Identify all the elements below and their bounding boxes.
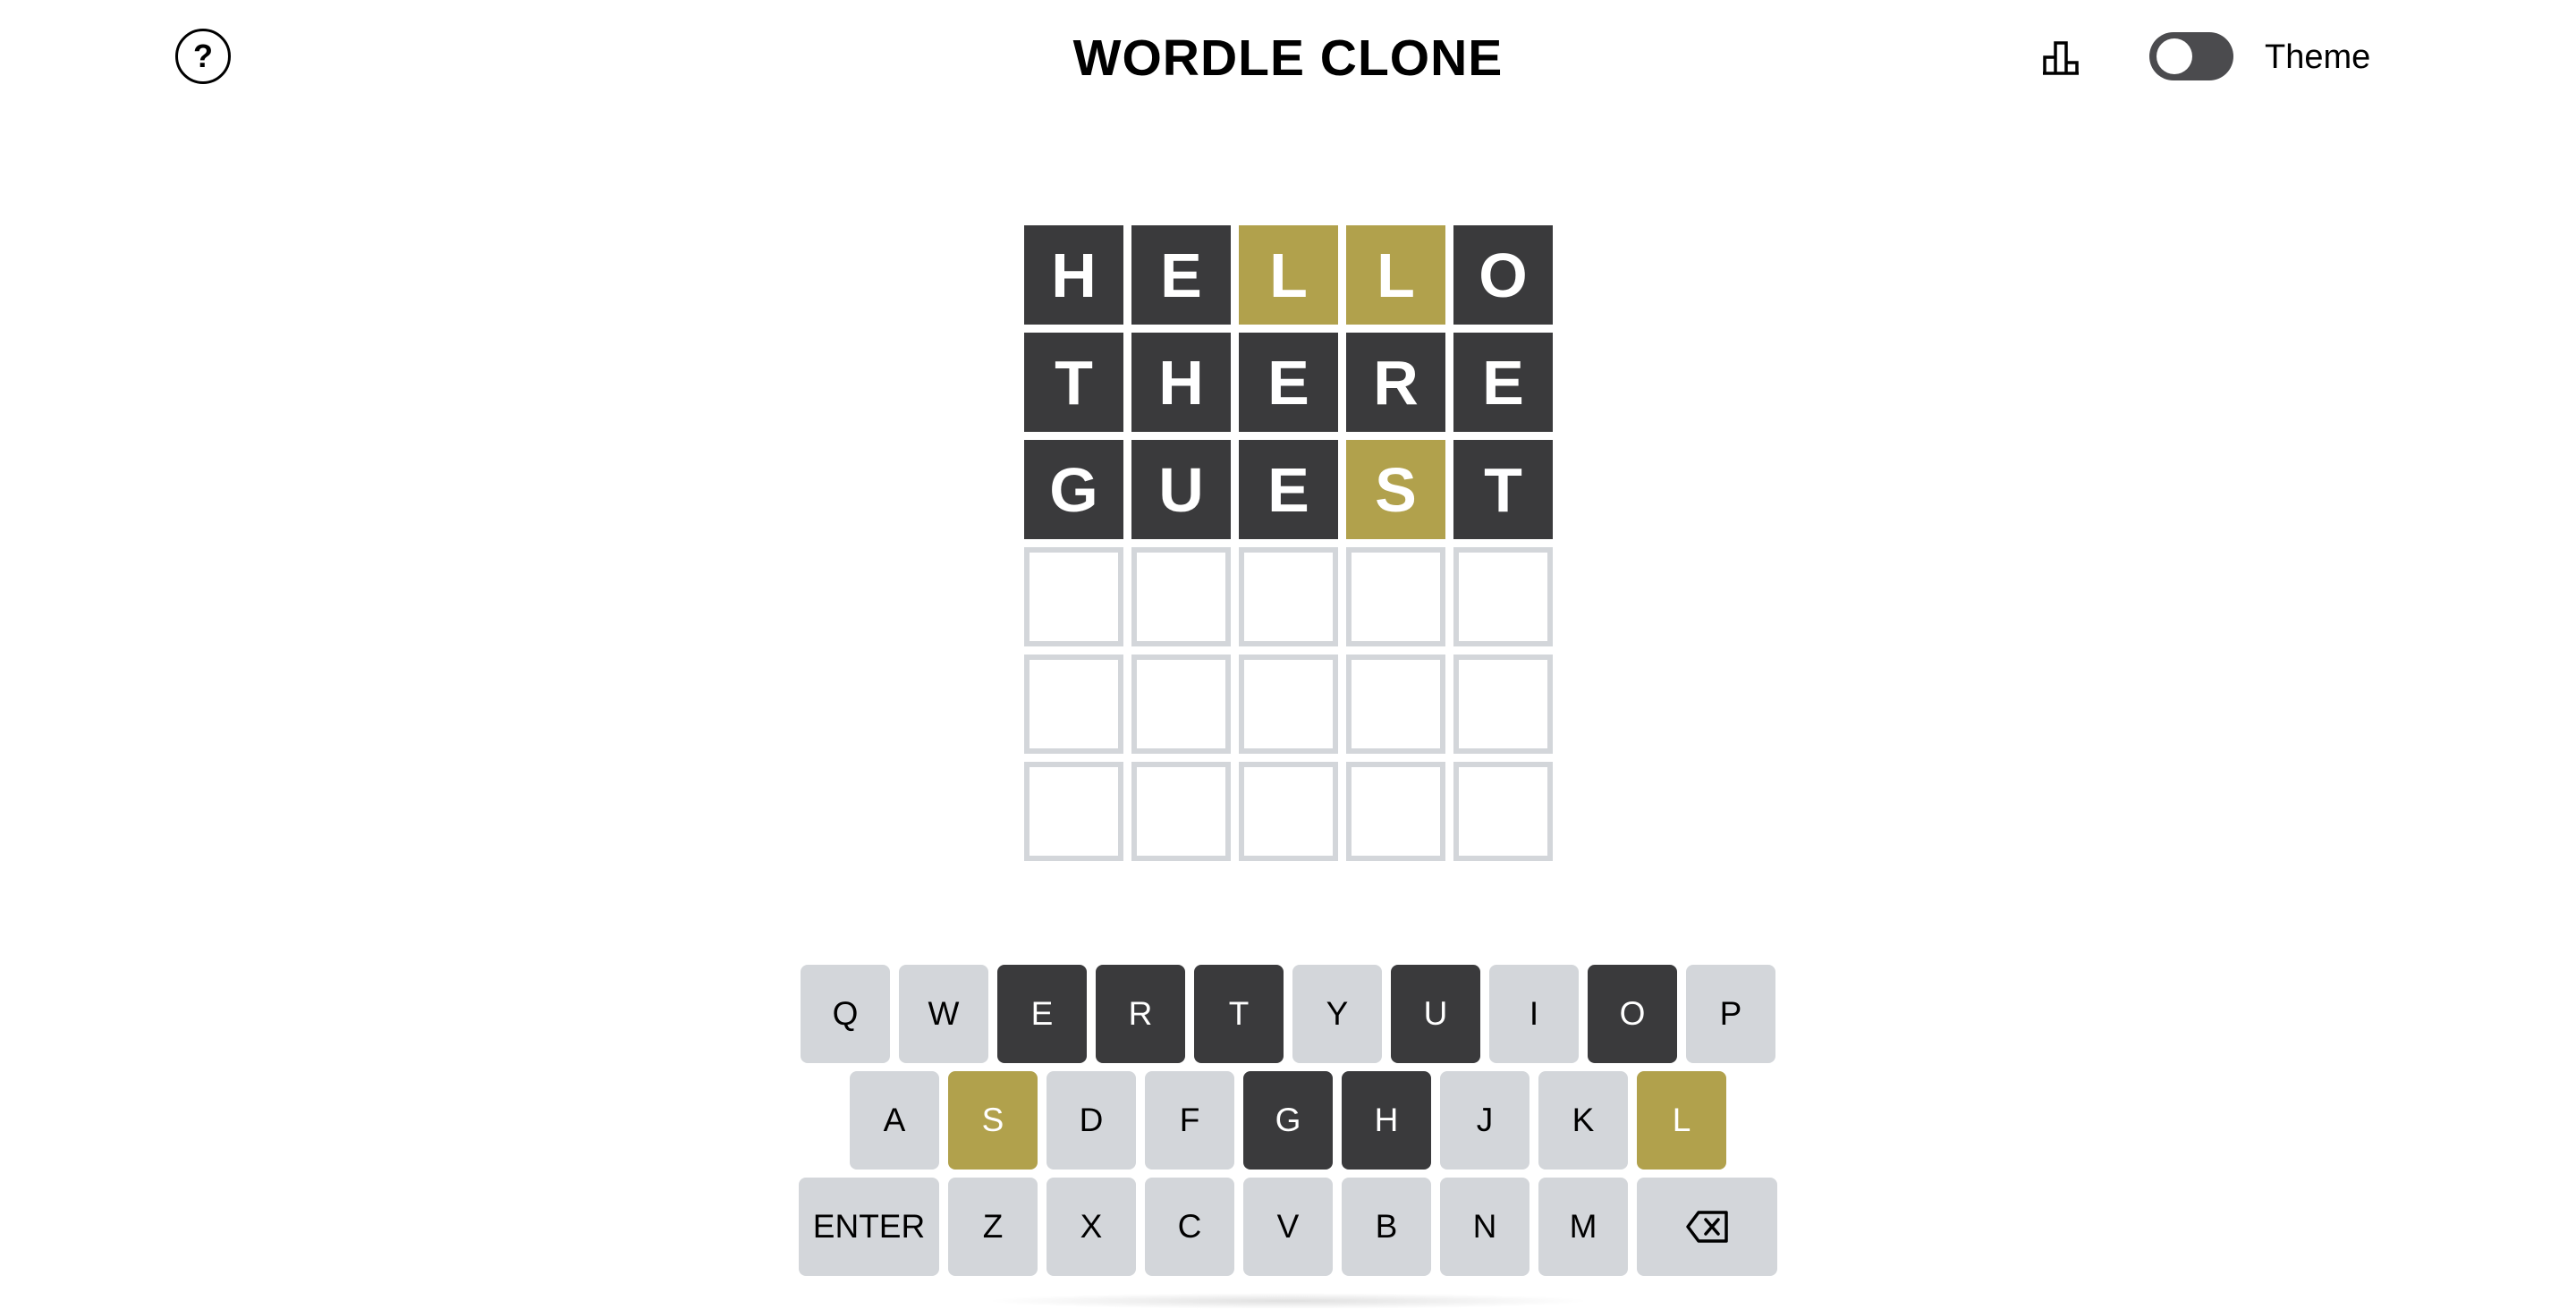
- grid-tile: E: [1239, 440, 1338, 539]
- key-p[interactable]: P: [1686, 965, 1775, 1063]
- grid-tile: R: [1346, 333, 1445, 432]
- key-y[interactable]: Y: [1292, 965, 1382, 1063]
- key-q[interactable]: Q: [801, 965, 890, 1063]
- grid-tile: T: [1453, 440, 1553, 539]
- key-n[interactable]: N: [1440, 1178, 1530, 1276]
- grid-tile: [1239, 547, 1338, 646]
- grid-row: [1024, 654, 1553, 754]
- grid-row: GUEST: [1024, 440, 1553, 539]
- key-u[interactable]: U: [1391, 965, 1480, 1063]
- grid-tile: E: [1239, 333, 1338, 432]
- grid-tile: E: [1453, 333, 1553, 432]
- grid-tile: [1453, 762, 1553, 861]
- key-i[interactable]: I: [1489, 965, 1579, 1063]
- key-j[interactable]: J: [1440, 1071, 1530, 1170]
- grid-tile: G: [1024, 440, 1123, 539]
- grid-row: THERE: [1024, 333, 1553, 432]
- key-z[interactable]: Z: [948, 1178, 1038, 1276]
- grid-tile: [1131, 762, 1231, 861]
- key-h[interactable]: H: [1342, 1071, 1431, 1170]
- key-x[interactable]: X: [1046, 1178, 1136, 1276]
- key-v[interactable]: V: [1243, 1178, 1333, 1276]
- grid-tile: [1346, 547, 1445, 646]
- grid-tile: [1024, 654, 1123, 754]
- game-grid: HELLOTHEREGUEST: [1024, 225, 1553, 869]
- grid-tile: [1346, 654, 1445, 754]
- grid-row: HELLO: [1024, 225, 1553, 325]
- key-c[interactable]: C: [1145, 1178, 1234, 1276]
- grid-tile: H: [1024, 225, 1123, 325]
- grid-tile: [1239, 762, 1338, 861]
- key-r[interactable]: R: [1096, 965, 1185, 1063]
- key-l[interactable]: L: [1637, 1071, 1726, 1170]
- keyboard-row: ASDFGHJKL: [0, 1071, 2576, 1170]
- grid-tile: O: [1453, 225, 1553, 325]
- keyboard-row: QWERTYUIOP: [0, 965, 2576, 1063]
- grid-tile: U: [1131, 440, 1231, 539]
- header: ? WORDLE CLONE Theme: [0, 0, 2576, 116]
- backspace-icon: [1685, 1211, 1728, 1243]
- theme-label: Theme: [2265, 38, 2371, 76]
- key-t[interactable]: T: [1194, 965, 1284, 1063]
- keyboard: Q W E R T Y U I O P A S D F G H J K L ENTER Z X C V B N M: [0, 965, 2576, 1284]
- grid-tile: [1239, 654, 1338, 754]
- key-f[interactable]: F: [1145, 1071, 1234, 1170]
- grid-tile: [1453, 654, 1553, 754]
- key-a[interactable]: A: [850, 1071, 939, 1170]
- key-k[interactable]: K: [1538, 1071, 1628, 1170]
- grid-tile: [1453, 547, 1553, 646]
- key-o[interactable]: O: [1588, 965, 1677, 1063]
- theme-toggle[interactable]: [2149, 32, 2233, 80]
- toggle-knob: [2157, 38, 2192, 74]
- key-d[interactable]: D: [1046, 1071, 1136, 1170]
- key-b[interactable]: B: [1342, 1178, 1431, 1276]
- grid-tile: [1131, 547, 1231, 646]
- grid-row: [1024, 547, 1553, 646]
- key-w[interactable]: W: [899, 965, 988, 1063]
- grid-tile: L: [1346, 225, 1445, 325]
- key-s[interactable]: S: [948, 1071, 1038, 1170]
- grid-row: [1024, 762, 1553, 861]
- grid-tile: L: [1239, 225, 1338, 325]
- key-m[interactable]: M: [1538, 1178, 1628, 1276]
- grid-tile: [1346, 762, 1445, 861]
- bar-chart-icon[interactable]: [2041, 36, 2084, 79]
- grid-tile: H: [1131, 333, 1231, 432]
- key-g[interactable]: G: [1243, 1071, 1333, 1170]
- key-e[interactable]: E: [997, 965, 1087, 1063]
- grid-tile: [1024, 762, 1123, 861]
- key-backspace[interactable]: [1637, 1178, 1777, 1276]
- grid-tile: T: [1024, 333, 1123, 432]
- grid-tile: [1131, 654, 1231, 754]
- grid-tile: E: [1131, 225, 1231, 325]
- key-enter[interactable]: ENTER: [799, 1178, 939, 1276]
- bottom-shadow: [984, 1293, 1592, 1309]
- grid-tile: S: [1346, 440, 1445, 539]
- grid-tile: [1024, 547, 1123, 646]
- keyboard-row: ENTER Z X C V B N M: [0, 1178, 2576, 1276]
